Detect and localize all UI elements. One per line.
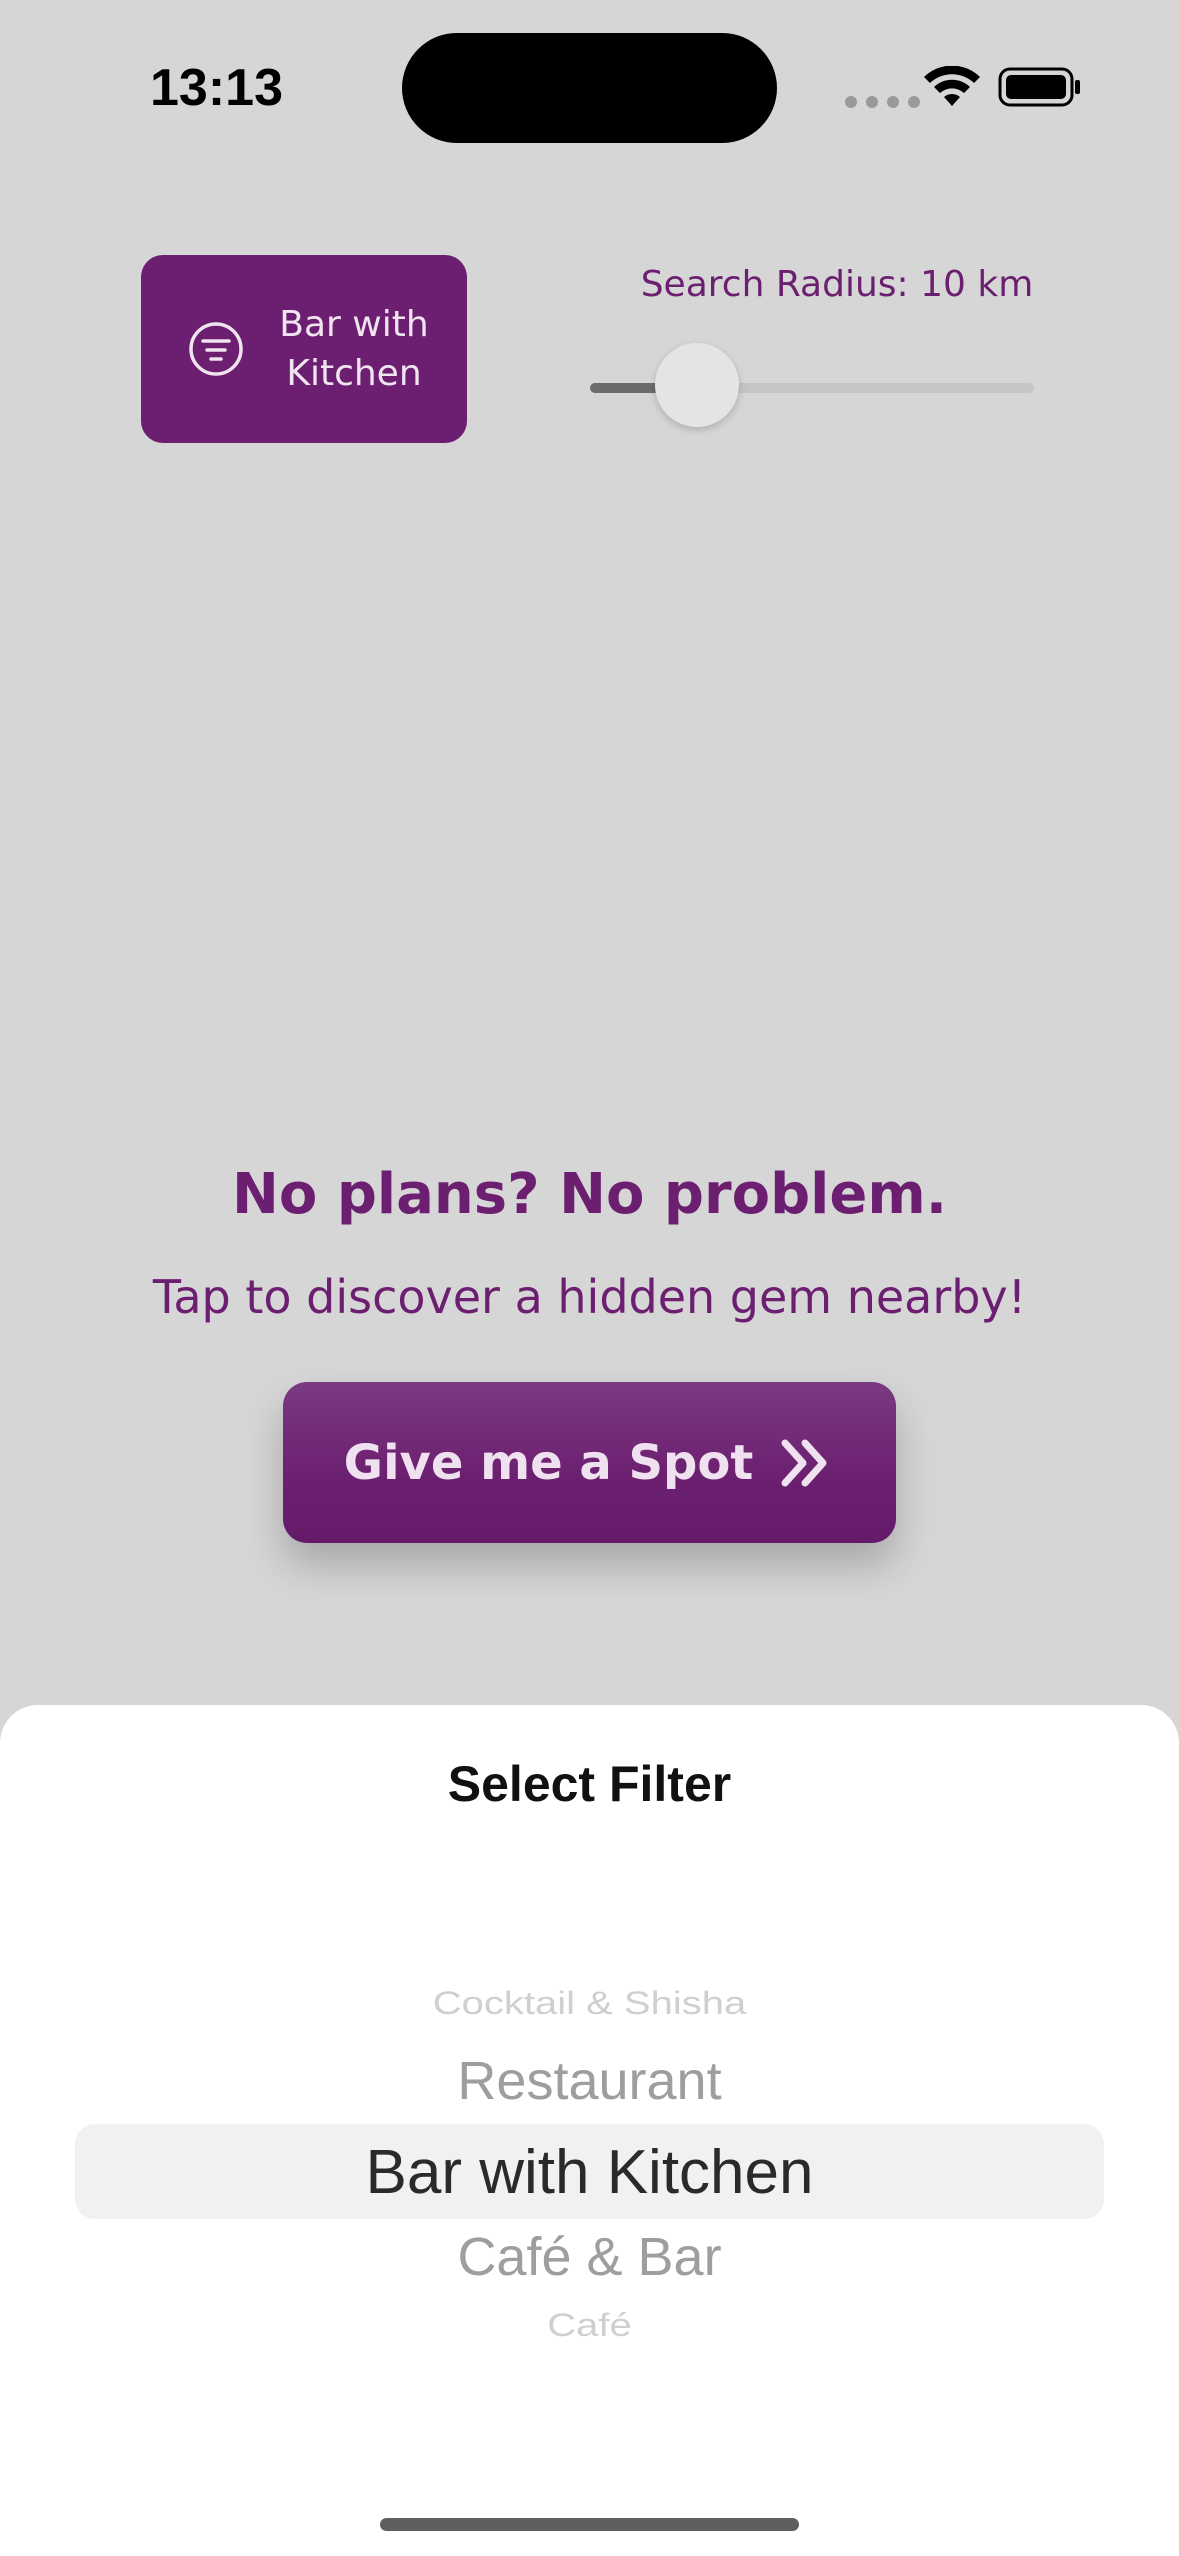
sheet-title: Select Filter	[447, 1756, 732, 1812]
picker-option[interactable]: Restaurant	[0, 2050, 1179, 2112]
filter-button-label: Bar with Kitchen	[279, 304, 429, 394]
cellular-signal-icon	[845, 96, 920, 108]
picker-option[interactable]: Café	[0, 2307, 1179, 2344]
hero-headline: No plans? No problem.	[232, 1162, 947, 1227]
hero-subline: Tap to discover a hidden gem nearby!	[152, 1270, 1027, 1324]
filter-icon	[189, 322, 243, 376]
give-me-a-spot-button[interactable]: Give me a Spot	[283, 1382, 896, 1543]
picker-option-selected[interactable]: Bar with Kitchen	[0, 2137, 1179, 2208]
give-me-a-spot-label: Give me a Spot	[343, 1434, 754, 1491]
filter-button[interactable]: Bar with Kitchen	[141, 255, 467, 443]
battery-icon	[998, 67, 1080, 107]
picker-option-faded	[0, 2360, 1179, 2378]
filter-sheet: Select Filter Cocktail & Shisha Restaura…	[0, 1705, 1179, 2556]
double-chevron-right-icon	[781, 1439, 827, 1486]
search-radius-label: Search Radius: 10 km	[640, 264, 1034, 305]
status-time: 13:13	[150, 59, 283, 117]
picker-option[interactable]: Café & Bar	[0, 2226, 1179, 2288]
dynamic-island	[402, 33, 777, 143]
picker-option[interactable]: Cocktail & Shisha	[0, 1985, 1179, 2022]
search-radius-slider-thumb[interactable]	[654, 343, 739, 427]
home-indicator[interactable]	[380, 2518, 799, 2531]
wifi-icon	[924, 66, 980, 106]
screen: 13:13 Bar with Kitchen Search Radius: 10…	[0, 0, 1179, 2556]
